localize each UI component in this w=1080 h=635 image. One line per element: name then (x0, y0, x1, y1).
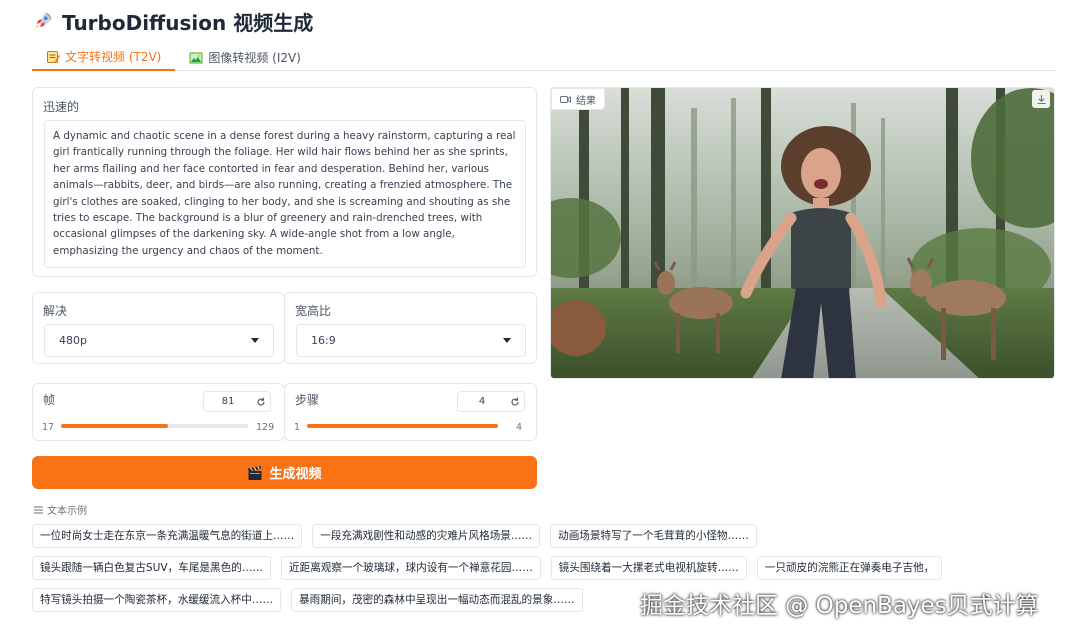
frames-panel: 帧 81 (32, 383, 285, 441)
generate-video-label: 生成视频 (269, 467, 322, 482)
example-chip[interactable]: 特写镜头拍摄一个陶瓷茶杯，水缓缓流入杯中…… (32, 588, 282, 612)
examples-row: 一位时尚女士走在东京一条充满温暖气息的街道上…… 一段充满戏剧性和动感的灾难片风… (32, 524, 757, 548)
tab-i2v-label: 图像转视频 (I2V) (208, 51, 301, 65)
tab-t2v[interactable]: 文字转视频 (T2V) (32, 44, 176, 71)
examples-label-text: 文本示例 (47, 506, 87, 517)
result-label: 结果 (551, 88, 605, 110)
frames-number-input[interactable]: 81 (203, 391, 271, 412)
example-chip[interactable]: 镜头跟随一辆白色复古SUV，车尾是黑色的…… (32, 556, 272, 580)
picture-icon (189, 52, 203, 63)
resolution-label: 解决 (43, 304, 68, 318)
example-chip[interactable]: 动画场景特写了一个毛茸茸的小怪物…… (550, 524, 757, 548)
reset-icon[interactable] (252, 393, 270, 411)
example-chip[interactable]: 一位时尚女士走在东京一条充满温暖气息的街道上…… (32, 524, 303, 548)
steps-slider-fill (307, 424, 498, 428)
tab-t2v-label: 文字转视频 (T2V) (65, 50, 162, 64)
result-panel: 结果 (550, 87, 1055, 379)
examples-row: 特写镜头拍摄一个陶瓷茶杯，水缓缓流入杯中…… 暴雨期间，茂密的森林中呈现出一幅动… (32, 588, 583, 612)
reset-icon[interactable] (506, 393, 524, 411)
prompt-panel: 迅速的 A dynamic and chaotic scene in a den… (32, 87, 537, 277)
tab-i2v[interactable]: 图像转视频 (I2V) (175, 44, 315, 71)
example-chip[interactable]: 一只顽皮的浣熊正在弹奏电子吉他， (756, 556, 943, 580)
chevron-down-icon (251, 338, 259, 343)
prompt-textarea[interactable]: A dynamic and chaotic scene in a dense f… (44, 120, 526, 268)
mode-tabs: 文字转视频 (T2V) 图像转视频 (I2V) (32, 44, 1056, 71)
examples-label: 文本示例 (34, 502, 87, 517)
resolution-value: 480p (59, 334, 87, 347)
steps-number-input[interactable]: 4 (457, 391, 525, 412)
app-title-text: TurboDiffusion 视频生成 (62, 10, 314, 35)
example-chip[interactable]: 暴雨期间，茂密的森林中呈现出一幅动态而混乱的景象…… (291, 588, 583, 612)
rocket-icon (35, 12, 52, 29)
steps-value: 4 (478, 396, 486, 407)
frames-value: 81 (221, 396, 235, 407)
chevron-down-icon (503, 338, 511, 343)
resolution-panel: 解决 480p (32, 292, 285, 364)
memo-icon (47, 50, 60, 63)
steps-max: 4 (516, 422, 523, 433)
example-chip[interactable]: 镜头围绕着一大摞老式电视机旋转…… (550, 556, 747, 580)
video-icon (560, 95, 571, 103)
result-video-frame (551, 88, 1054, 378)
steps-panel: 步骤 4 (284, 383, 537, 441)
steps-min: 1 (294, 422, 301, 433)
frames-slider[interactable] (61, 424, 248, 428)
aspect-value: 16:9 (311, 334, 336, 347)
generate-video-button[interactable]: 生成视频 (32, 456, 537, 489)
frames-label: 帧 (43, 393, 56, 407)
result-label-text: 结果 (576, 95, 596, 107)
aspect-select[interactable]: 16:9 (296, 324, 526, 357)
watermark: 掘金技术社区 @ OpenBayes贝式计算 (640, 593, 1039, 619)
frames-min: 17 (42, 422, 55, 433)
list-icon (34, 506, 43, 513)
steps-label: 步骤 (295, 393, 320, 407)
download-icon (1037, 94, 1045, 104)
examples-row: 镜头跟随一辆白色复古SUV，车尾是黑色的…… 近距离观察一个玻璃球，球内设有一个… (32, 556, 943, 580)
resolution-select[interactable]: 480p (44, 324, 274, 357)
aspect-label: 宽高比 (295, 304, 332, 318)
frames-slider-fill (61, 424, 168, 428)
steps-slider[interactable] (307, 424, 498, 428)
example-chip[interactable]: 近距离观察一个玻璃球，球内设有一个禅意花园…… (281, 556, 541, 580)
example-chip[interactable]: 一段充满戏剧性和动感的灾难片风格场景…… (312, 524, 541, 548)
frames-max: 129 (256, 422, 275, 433)
clapper-icon (248, 465, 262, 480)
prompt-label: 迅速的 (43, 100, 80, 114)
aspect-panel: 宽高比 16:9 (284, 292, 537, 364)
app-title: TurboDiffusion 视频生成 (32, 6, 313, 36)
download-button[interactable] (1032, 90, 1050, 108)
